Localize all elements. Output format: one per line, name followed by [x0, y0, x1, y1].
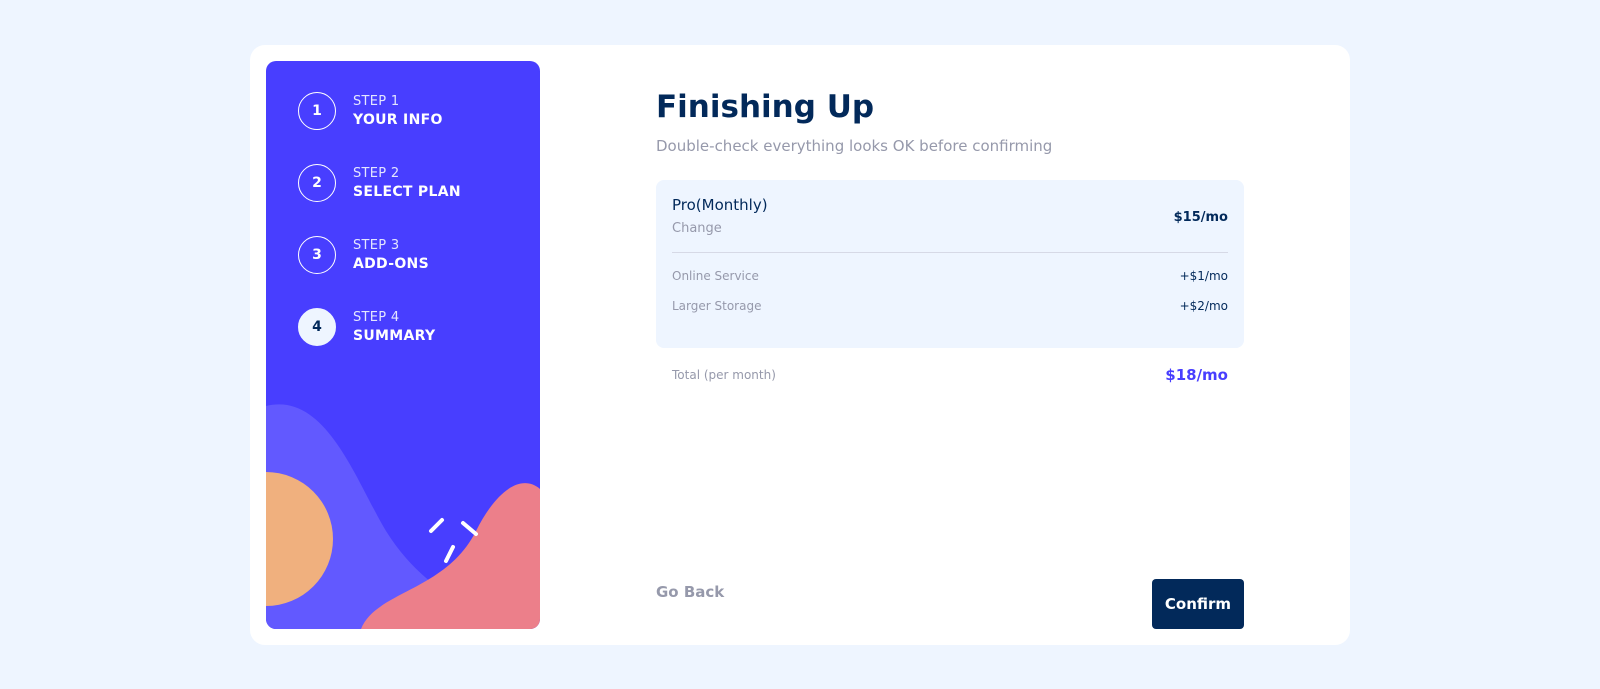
page-subtitle: Double-check everything looks OK before …: [656, 137, 1053, 155]
sidebar-step-add-ons[interactable]: 3 STEP 3 ADD-ONS: [298, 236, 429, 274]
plan-name: Pro(Monthly): [672, 196, 768, 214]
step-title: SELECT PLAN: [353, 184, 461, 200]
addon-name: Larger Storage: [672, 299, 762, 313]
main-content: Finishing Up Double-check everything loo…: [656, 45, 1244, 645]
step-number-badge: 3: [298, 236, 336, 274]
step-label: STEP 2: [353, 166, 400, 181]
step-title: ADD-ONS: [353, 256, 429, 272]
addon-row-online-service: Online Service +$1/mo: [672, 267, 1228, 285]
step-label: STEP 1: [353, 94, 400, 109]
plan-price: $15/mo: [1173, 210, 1228, 225]
step-label: STEP 4: [353, 310, 400, 325]
page-title: Finishing Up: [656, 89, 875, 125]
step-title: SUMMARY: [353, 328, 436, 344]
sidebar-step-summary[interactable]: 4 STEP 4 SUMMARY: [298, 308, 435, 346]
addon-price: +$2/mo: [1179, 299, 1228, 313]
step-number-badge-active: 4: [298, 308, 336, 346]
summary-divider: [672, 252, 1228, 253]
confirm-button[interactable]: Confirm: [1152, 579, 1244, 629]
change-plan-link[interactable]: Change: [672, 221, 722, 236]
total-row: Total (per month) $18/mo: [672, 363, 1228, 387]
order-summary: Pro(Monthly) Change $15/mo Online Servic…: [656, 180, 1244, 348]
total-label: Total (per month): [672, 368, 776, 382]
step-title: YOUR INFO: [353, 112, 443, 128]
sidebar-step-your-info[interactable]: 1 STEP 1 YOUR INFO: [298, 92, 443, 130]
addon-name: Online Service: [672, 269, 759, 283]
step-sidebar: 1 STEP 1 YOUR INFO 2 STEP 2 SELECT PLAN …: [266, 61, 540, 629]
step-number-badge: 2: [298, 164, 336, 202]
total-value: $18/mo: [1165, 366, 1228, 384]
step-label: STEP 3: [353, 238, 400, 253]
sidebar-step-select-plan[interactable]: 2 STEP 2 SELECT PLAN: [298, 164, 461, 202]
step-number-badge: 1: [298, 92, 336, 130]
addon-row-larger-storage: Larger Storage +$2/mo: [672, 297, 1228, 315]
go-back-button[interactable]: Go Back: [656, 583, 724, 601]
addon-price: +$1/mo: [1179, 269, 1228, 283]
form-card: 1 STEP 1 YOUR INFO 2 STEP 2 SELECT PLAN …: [250, 45, 1350, 645]
